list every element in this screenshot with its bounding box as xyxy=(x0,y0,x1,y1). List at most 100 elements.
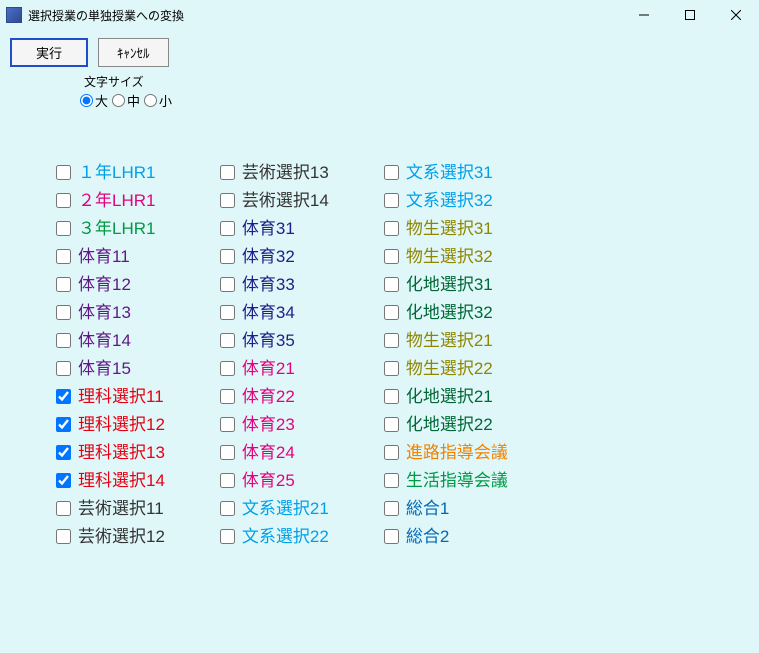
check-label[interactable]: 文系選択22 xyxy=(242,528,329,545)
check-item: ３年LHR1 xyxy=(56,220,165,237)
check-label[interactable]: 理科選択12 xyxy=(78,416,165,433)
checkbox[interactable] xyxy=(220,221,235,236)
check-label[interactable]: 物生選択32 xyxy=(406,248,493,265)
check-label[interactable]: 物生選択22 xyxy=(406,360,493,377)
checkbox[interactable] xyxy=(220,389,235,404)
checkbox[interactable] xyxy=(384,473,399,488)
checkbox[interactable] xyxy=(220,501,235,516)
check-label[interactable]: 体育32 xyxy=(242,248,295,265)
checkbox[interactable] xyxy=(56,417,71,432)
checkbox[interactable] xyxy=(56,529,71,544)
check-label[interactable]: 体育11 xyxy=(78,248,130,265)
check-label[interactable]: 芸術選択11 xyxy=(78,500,164,517)
check-label[interactable]: 芸術選択14 xyxy=(242,192,329,209)
font-size-option-中[interactable]: 中 xyxy=(112,91,140,110)
check-label[interactable]: 物生選択31 xyxy=(406,220,493,237)
checkbox[interactable] xyxy=(220,529,235,544)
checkbox[interactable] xyxy=(56,389,71,404)
checkbox[interactable] xyxy=(384,277,399,292)
font-size-radio[interactable] xyxy=(112,94,125,107)
check-label[interactable]: 体育14 xyxy=(78,332,131,349)
check-label[interactable]: 文系選択32 xyxy=(406,192,493,209)
checkbox[interactable] xyxy=(220,193,235,208)
check-label[interactable]: 体育25 xyxy=(242,472,295,489)
check-label[interactable]: 芸術選択13 xyxy=(242,164,329,181)
check-label[interactable]: ３年LHR1 xyxy=(78,220,155,237)
check-label[interactable]: 体育24 xyxy=(242,444,295,461)
check-label[interactable]: 化地選択32 xyxy=(406,304,493,321)
checkbox[interactable] xyxy=(384,165,399,180)
checkbox[interactable] xyxy=(56,305,71,320)
check-label[interactable]: ２年LHR1 xyxy=(78,192,155,209)
checkbox[interactable] xyxy=(384,305,399,320)
check-label[interactable]: １年LHR1 xyxy=(78,164,155,181)
check-label[interactable]: 体育31 xyxy=(242,220,295,237)
check-label[interactable]: 進路指導会議 xyxy=(406,444,508,461)
check-label[interactable]: 生活指導会議 xyxy=(406,472,508,489)
check-label[interactable]: 物生選択21 xyxy=(406,332,493,349)
checkbox[interactable] xyxy=(220,305,235,320)
check-item: 体育32 xyxy=(220,248,329,265)
maximize-button[interactable] xyxy=(667,0,713,30)
checkbox[interactable] xyxy=(220,333,235,348)
cancel-button[interactable]: ｷｬﾝｾﾙ xyxy=(98,38,169,67)
checkbox[interactable] xyxy=(56,277,71,292)
check-label[interactable]: 総合2 xyxy=(406,528,449,545)
checkbox[interactable] xyxy=(384,529,399,544)
checkbox[interactable] xyxy=(384,221,399,236)
check-label[interactable]: 文系選択21 xyxy=(242,500,329,517)
checkbox[interactable] xyxy=(220,445,235,460)
checkbox[interactable] xyxy=(220,473,235,488)
font-size-option-大[interactable]: 大 xyxy=(80,91,108,110)
font-size-radio[interactable] xyxy=(80,94,93,107)
check-label[interactable]: 芸術選択12 xyxy=(78,528,165,545)
checkbox[interactable] xyxy=(56,501,71,516)
check-label[interactable]: 理科選択14 xyxy=(78,472,165,489)
check-label[interactable]: 総合1 xyxy=(406,500,449,517)
check-item: 物生選択22 xyxy=(384,360,508,377)
close-button[interactable] xyxy=(713,0,759,30)
checkbox[interactable] xyxy=(384,501,399,516)
checkbox[interactable] xyxy=(56,221,71,236)
checkbox[interactable] xyxy=(384,389,399,404)
checkbox[interactable] xyxy=(220,165,235,180)
checkbox[interactable] xyxy=(56,333,71,348)
check-label[interactable]: 理科選択11 xyxy=(78,388,164,405)
checkbox[interactable] xyxy=(56,249,71,264)
checkbox[interactable] xyxy=(56,445,71,460)
minimize-button[interactable] xyxy=(621,0,667,30)
check-label[interactable]: 体育23 xyxy=(242,416,295,433)
checkbox[interactable] xyxy=(384,193,399,208)
check-label[interactable]: 体育35 xyxy=(242,332,295,349)
check-label[interactable]: 体育15 xyxy=(78,360,131,377)
check-label[interactable]: 体育34 xyxy=(242,304,295,321)
checkbox[interactable] xyxy=(56,361,71,376)
check-item: 理科選択14 xyxy=(56,472,165,489)
checkbox[interactable] xyxy=(384,249,399,264)
checkbox[interactable] xyxy=(384,333,399,348)
font-size-option-小[interactable]: 小 xyxy=(144,91,172,110)
checkbox[interactable] xyxy=(56,165,71,180)
checkbox[interactable] xyxy=(220,249,235,264)
font-size-radio[interactable] xyxy=(144,94,157,107)
check-label[interactable]: 体育21 xyxy=(242,360,295,377)
check-label[interactable]: 理科選択13 xyxy=(78,444,165,461)
check-label[interactable]: 化地選択22 xyxy=(406,416,493,433)
checkbox[interactable] xyxy=(220,417,235,432)
checkbox[interactable] xyxy=(56,193,71,208)
check-label[interactable]: 体育22 xyxy=(242,388,295,405)
check-label[interactable]: 体育12 xyxy=(78,276,131,293)
checkbox[interactable] xyxy=(384,445,399,460)
checkbox[interactable] xyxy=(56,473,71,488)
checkbox[interactable] xyxy=(384,361,399,376)
app-icon xyxy=(6,7,22,23)
check-label[interactable]: 化地選択21 xyxy=(406,388,493,405)
check-label[interactable]: 文系選択31 xyxy=(406,164,493,181)
check-label[interactable]: 体育13 xyxy=(78,304,131,321)
check-label[interactable]: 化地選択31 xyxy=(406,276,493,293)
checkbox[interactable] xyxy=(220,277,235,292)
checkbox[interactable] xyxy=(384,417,399,432)
checkbox[interactable] xyxy=(220,361,235,376)
check-label[interactable]: 体育33 xyxy=(242,276,295,293)
execute-button[interactable]: 実行 xyxy=(10,38,88,67)
